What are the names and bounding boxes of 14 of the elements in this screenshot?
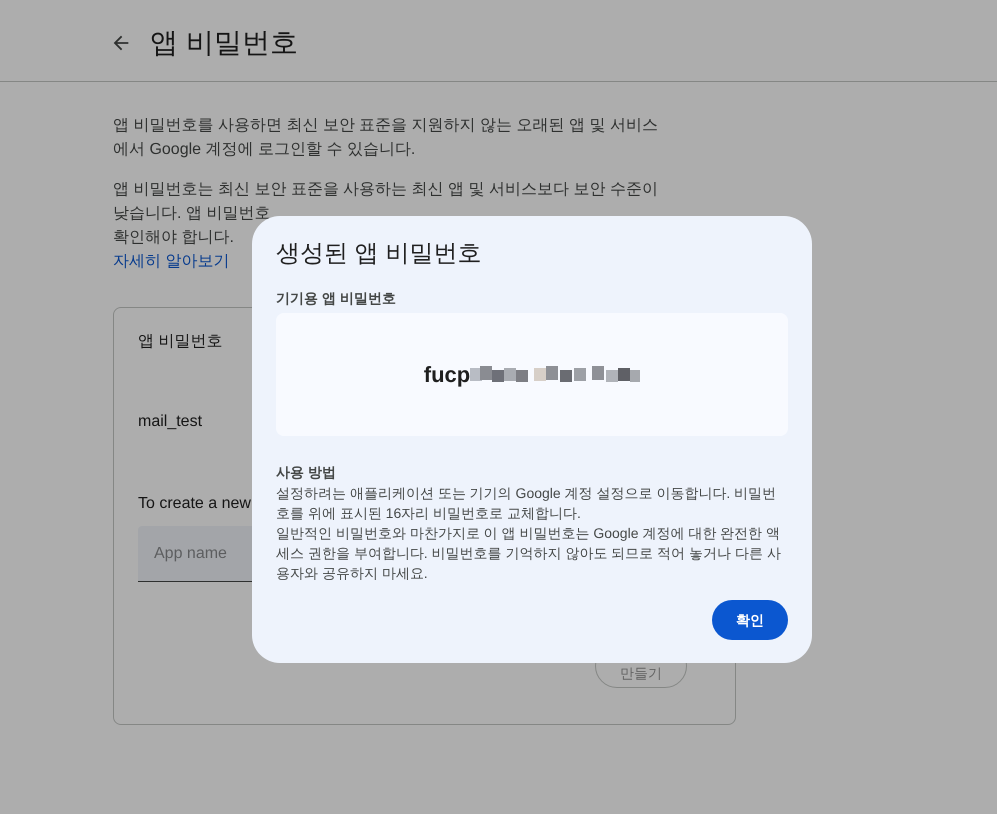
password-label: 기기용 앱 비밀번호 bbox=[276, 289, 397, 308]
usage-paragraph: 일반적인 비밀번호와 마찬가지로 이 앱 비밀번호는 Google 계정에 대한 완전한 액세스 권한을 부여합니다. 비밀번호를 기억하지 않아도 되므로 적어 놓거나 다른 사용자와 공유하지 마세요. bbox=[276, 524, 782, 583]
create-prompt: To create a new bbox=[138, 494, 251, 514]
intro-paragraph: 확인해야 합니다. bbox=[113, 228, 235, 248]
page-title: 앱 비밀번호 bbox=[150, 26, 298, 60]
learn-more-link[interactable]: 자세히 알아보기 bbox=[113, 250, 230, 274]
usage-paragraph: 설정하려는 애플리케이션 또는 기기의 Google 계정 설정으로 이동합니다. 비밀번호를 위에 표시된 16자리 비밀번호로 교체합니다. bbox=[276, 484, 778, 523]
usage-title: 사용 방법 bbox=[276, 463, 337, 482]
dialog-title: 생성된 앱 비밀번호 bbox=[276, 239, 482, 269]
card-title: 앱 비밀번호 bbox=[138, 332, 224, 352]
confirm-button[interactable]: 확인 bbox=[712, 600, 788, 640]
intro-paragraph: 앱 비밀번호는 최신 보안 표준을 사용하는 최신 앱 및 서비스보다 보안 수준이 낮습니다. 앱 비밀번호 bbox=[113, 180, 659, 224]
password-text: fucp bbox=[424, 361, 470, 389]
intro-paragraph: 앱 비밀번호를 사용하면 최신 보안 표준을 지원하지 않는 오래된 앱 및 서비스에서 Google 계정에 로그인할 수 있습니다. bbox=[113, 116, 659, 160]
